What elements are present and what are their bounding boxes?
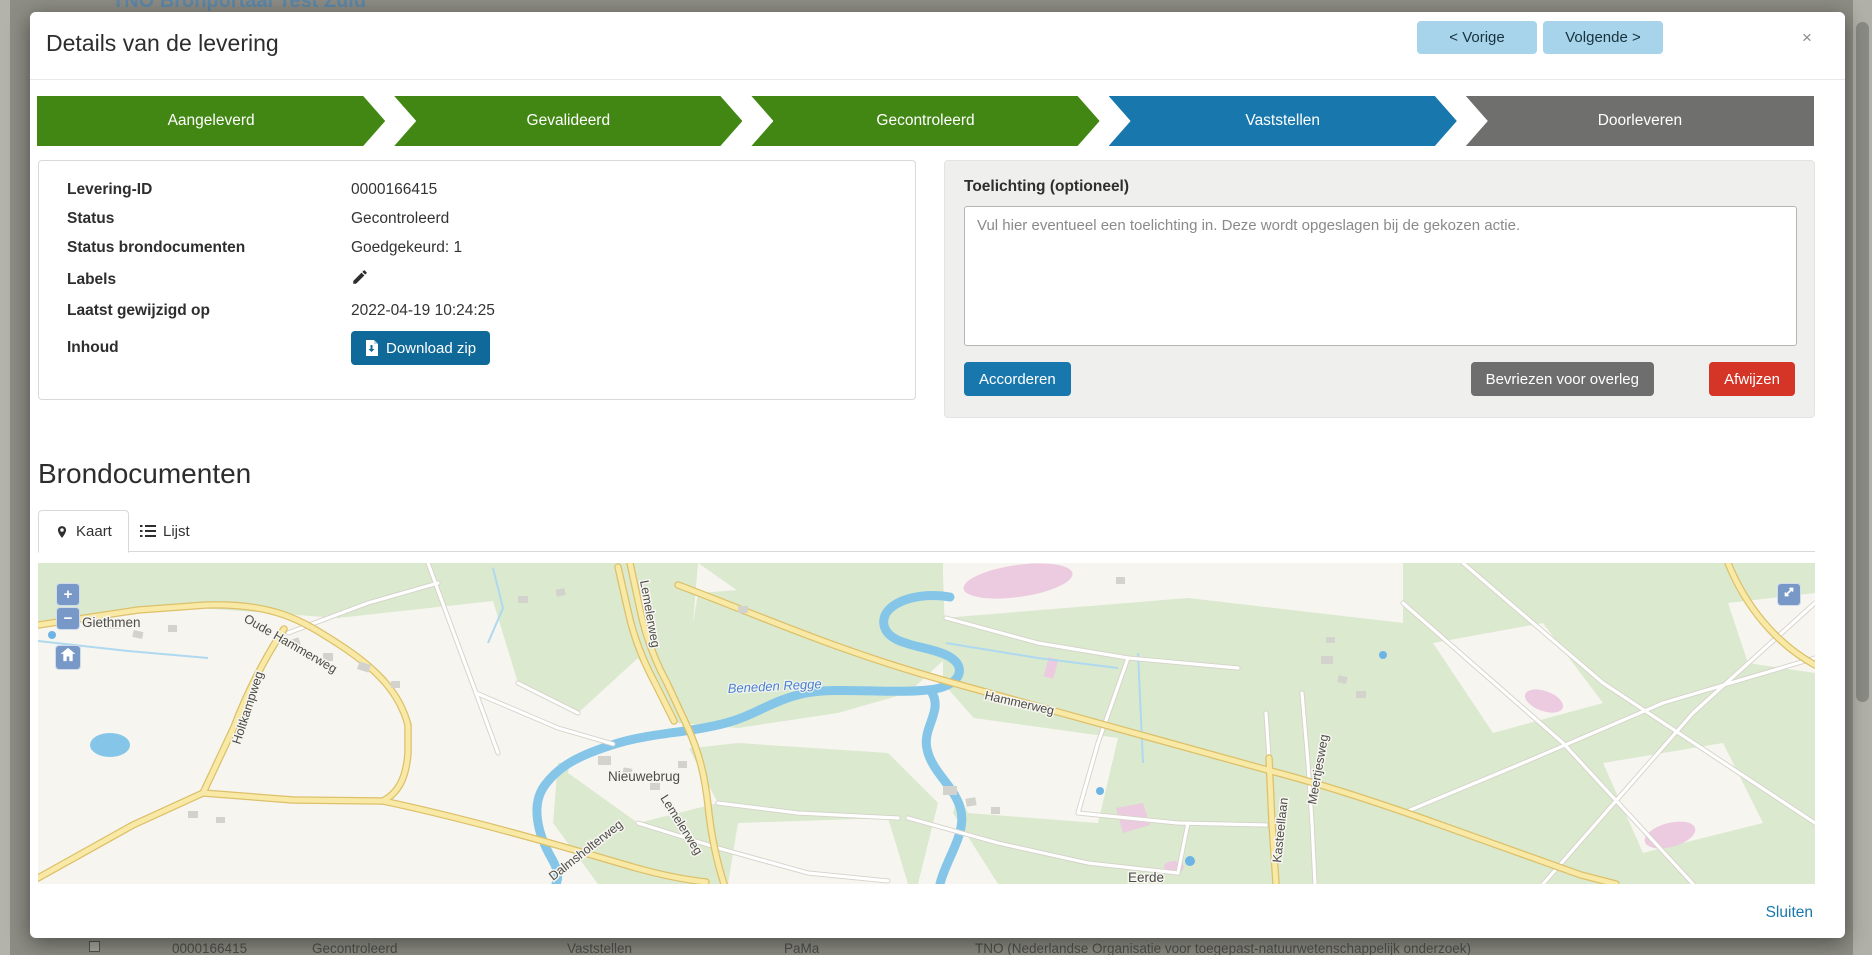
previous-button[interactable]: < Vorige <box>1417 21 1537 54</box>
pencil-icon <box>351 274 369 289</box>
row-checkbox <box>89 941 100 952</box>
levering-details-panel: Levering-ID 0000166415 Status Gecontrole… <box>38 160 916 400</box>
step-doorleveren: Doorleveren <box>1466 96 1814 146</box>
map-home-button[interactable] <box>55 645 81 670</box>
detail-label: Status brondocumenten <box>67 239 351 257</box>
detail-label: Inhoud <box>67 339 351 357</box>
page-scrollbar[interactable] <box>1853 0 1872 955</box>
detail-value-brondocumenten: Goedgekeurd: 1 <box>351 239 887 257</box>
step-aangeleverd: Aangeleverd <box>37 96 385 146</box>
detail-label: Labels <box>67 271 351 289</box>
modal-header: Details van de levering < Vorige Volgend… <box>30 12 1845 80</box>
map-fullscreen-button[interactable] <box>1777 583 1801 606</box>
sluiten-link[interactable]: Sluiten <box>1766 904 1813 922</box>
tab-lijst[interactable]: Lijst <box>124 510 206 552</box>
modal-title: Details van de levering <box>46 30 279 57</box>
map-pin-icon <box>55 524 69 540</box>
close-icon[interactable]: × <box>1793 24 1821 52</box>
row-levering-id: 0000166415 <box>172 941 247 955</box>
bevriezen-button[interactable]: Bevriezen voor overleg <box>1471 362 1654 396</box>
map-viewport[interactable]: Giethmen Oude Hammerweg Holtkampweg Leme… <box>38 563 1815 884</box>
brondocumenten-tabs: Kaart Lijst <box>38 510 1815 552</box>
detail-label: Laatst gewijzigd op <box>67 302 351 320</box>
detail-value-gewijzigd: 2022-04-19 10:24:25 <box>351 302 887 320</box>
row-organisatie: TNO (Nederlandse Organisatie voor toegep… <box>975 941 1471 955</box>
download-file-icon <box>365 340 378 356</box>
detail-value-status: Gecontroleerd <box>351 210 887 228</box>
background-page-title-fragment: TNO Bronportaal Test Zuid <box>112 0 366 12</box>
toelichting-textarea[interactable] <box>964 206 1797 346</box>
row-stap: Vaststellen <box>567 941 632 955</box>
step-gevalideerd: Gevalideerd <box>394 96 742 146</box>
map-svg[interactable]: Giethmen Oude Hammerweg Holtkampweg Leme… <box>38 563 1815 884</box>
home-icon <box>60 649 76 666</box>
download-zip-button[interactable]: Download zip <box>351 331 490 365</box>
list-icon <box>140 524 156 538</box>
map-label-giethmen: Giethmen <box>82 615 141 630</box>
toelichting-panel: Toelichting (optioneel) Accorderen Bevri… <box>944 160 1815 418</box>
detail-label: Levering-ID <box>67 181 351 199</box>
afwijzen-button[interactable]: Afwijzen <box>1709 362 1795 396</box>
toelichting-label: Toelichting (optioneel) <box>964 178 1129 196</box>
detail-value-levering-id: 0000166415 <box>351 181 887 199</box>
accorderen-button[interactable]: Accorderen <box>964 362 1071 396</box>
map-zoom-out-button[interactable]: − <box>56 607 80 630</box>
edit-labels-button[interactable] <box>351 268 369 286</box>
step-vaststellen: Vaststellen <box>1109 96 1457 146</box>
background-page-edge <box>0 0 10 955</box>
brondocumenten-heading: Brondocumenten <box>38 458 251 490</box>
map-label-nieuwebrug: Nieuwebrug <box>608 769 680 784</box>
detail-label: Status <box>67 210 351 228</box>
background-table-row: 0000166415 Gecontroleerd Vaststellen PaM… <box>0 940 1872 955</box>
step-gecontroleerd: Gecontroleerd <box>751 96 1099 146</box>
tab-kaart[interactable]: Kaart <box>38 510 129 553</box>
page-scrollbar-thumb[interactable] <box>1856 22 1869 702</box>
map-zoom-in-button[interactable]: + <box>56 583 80 606</box>
row-status: Gecontroleerd <box>312 941 398 955</box>
row-code: PaMa <box>784 941 819 955</box>
fullscreen-expand-icon <box>1782 586 1796 603</box>
map-label-eerde: Eerde <box>1128 870 1164 884</box>
next-button[interactable]: Volgende > <box>1543 21 1663 54</box>
wizard-steps: Aangeleverd Gevalideerd Gecontroleerd Va… <box>37 96 1814 146</box>
levering-details-modal: Details van de levering < Vorige Volgend… <box>30 12 1845 938</box>
